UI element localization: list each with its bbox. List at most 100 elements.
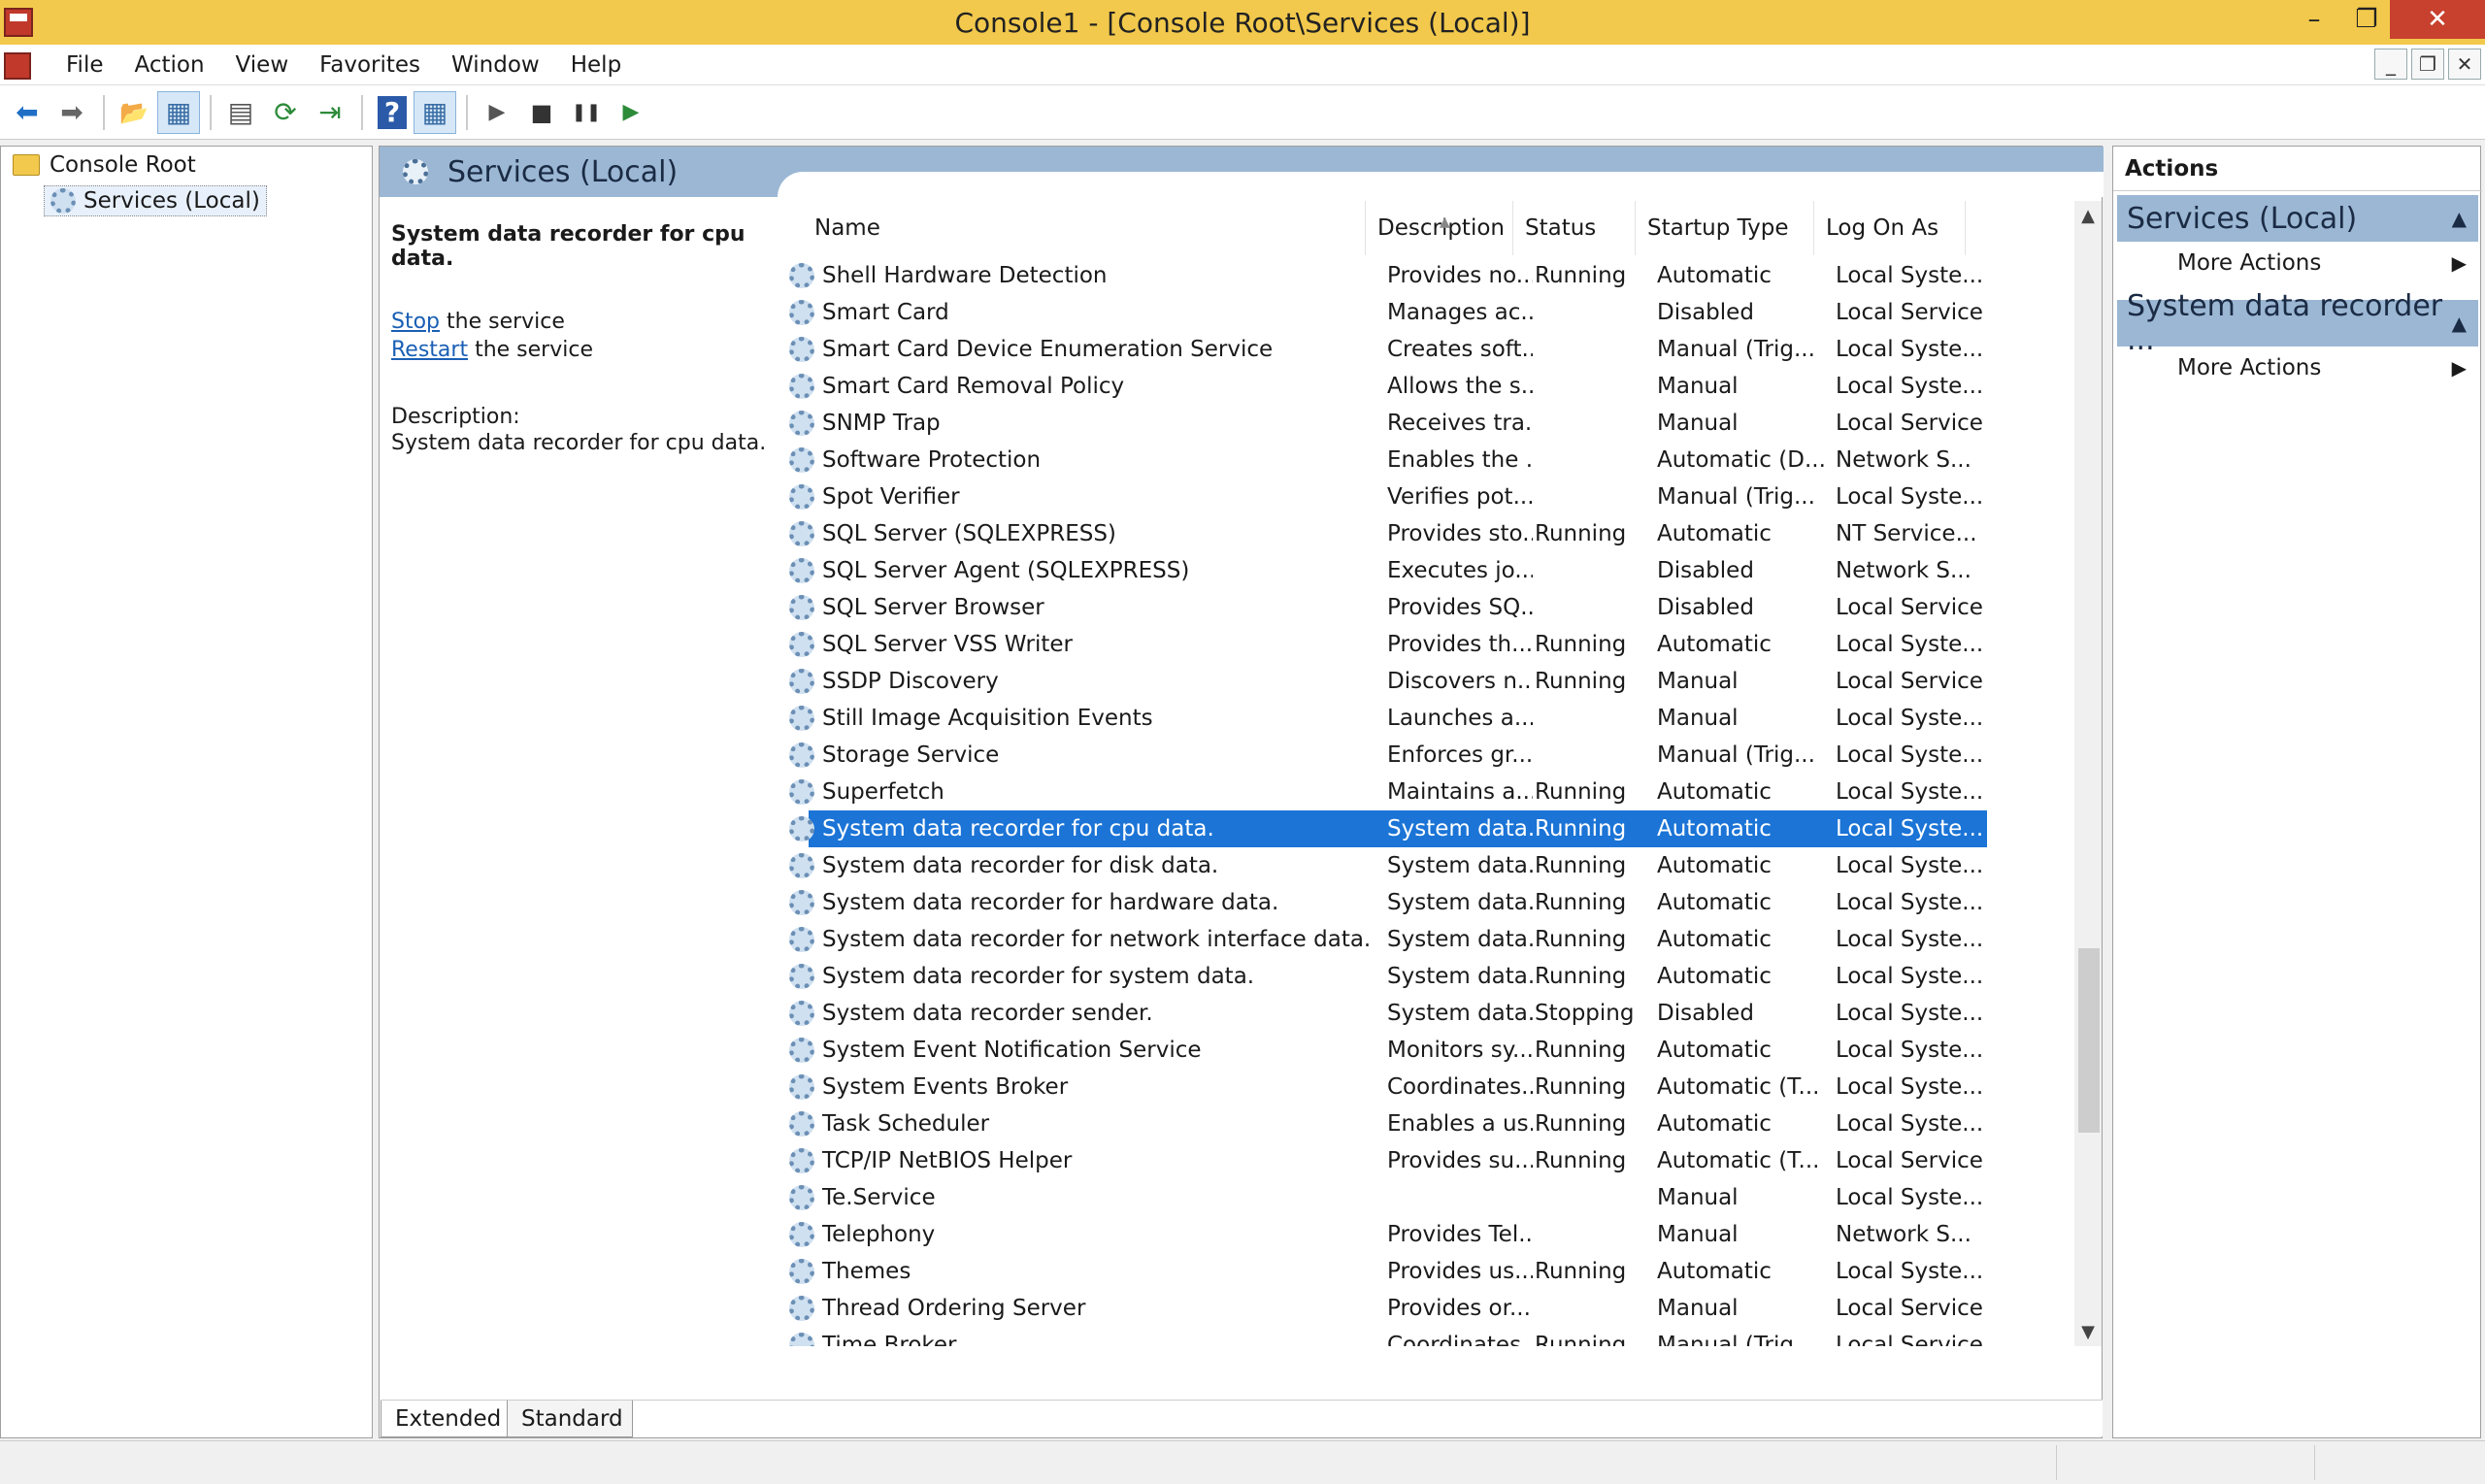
cell-description: Provides Tel... (1387, 1222, 1533, 1247)
table-row[interactable]: SSDP Discovery Discovers n... Running Manua… (787, 663, 1983, 700)
table-row[interactable]: Storage Service Enforces gr... Manual (Tri… (787, 737, 1983, 774)
properties-icon[interactable]: ▤ (219, 91, 262, 134)
tab-standard[interactable]: Standard (507, 1401, 633, 1437)
cell-startup-type: Manual (Trig... (1657, 484, 1815, 510)
column-header-name[interactable]: Name (787, 201, 1366, 255)
vertical-scrollbar[interactable]: ▲ ▼ (2074, 201, 2102, 1346)
tree-item-services-local[interactable]: Services (Local) (44, 185, 267, 216)
table-row[interactable]: Spot Verifier Verifies pot... Manual (Trig… (787, 478, 1983, 515)
show-tree-icon[interactable]: ▦ (157, 90, 200, 134)
table-row[interactable]: System data recorder for network interfa… (787, 921, 1983, 958)
table-row[interactable]: Thread Ordering Server Provides or... Manu… (787, 1290, 1983, 1327)
up-folder-icon[interactable]: 📂 (113, 91, 155, 134)
menu-view[interactable]: View (220, 52, 305, 78)
cell-log-on-as: NT Service... (1836, 521, 1977, 546)
scroll-up-icon[interactable]: ▲ (2074, 201, 2102, 230)
back-icon[interactable]: ⬅ (6, 91, 49, 134)
forward-icon[interactable]: ➡ (50, 91, 93, 134)
table-row[interactable]: SQL Server (SQLEXPRESS) Provides sto... Ru… (787, 515, 1977, 552)
gear-icon (789, 1296, 814, 1321)
cell-description: Provides no... (1387, 263, 1533, 288)
cell-status: Running (1535, 964, 1627, 989)
column-header-log-on-as[interactable]: Log On As (1814, 201, 1966, 255)
gear-icon (789, 632, 814, 657)
cell-description: Provides us... (1387, 1259, 1533, 1284)
scroll-thumb[interactable] (2078, 948, 2100, 1133)
collapse-icon[interactable]: ▲ (2452, 207, 2467, 230)
pause-service-icon[interactable]: ❚❚ (565, 91, 608, 134)
mdi-minimize-button[interactable]: _ (2374, 49, 2407, 80)
table-row[interactable]: System data recorder for cpu data. System… (789, 810, 1987, 847)
resume-service-icon[interactable]: ▶ (610, 91, 652, 134)
gear-icon (789, 558, 814, 583)
menu-help[interactable]: Help (555, 52, 637, 78)
more-actions-item[interactable]: More Actions ▶ (2177, 348, 2478, 387)
menu-favorites[interactable]: Favorites (304, 52, 436, 78)
table-row[interactable]: Telephony Provides Tel... Manual Network S.… (787, 1216, 1971, 1253)
start-service-icon[interactable]: ▶ (476, 91, 518, 134)
table-row[interactable]: SNMP Trap Receives tra... Manual Local Serv… (787, 405, 1983, 442)
more-actions-item[interactable]: More Actions ▶ (2177, 244, 2478, 282)
table-row[interactable]: Shell Hardware Detection Provides no... Ru… (787, 257, 1983, 294)
cell-status: Running (1535, 1111, 1627, 1137)
cell-log-on-as: Local Syste... (1836, 890, 1984, 915)
maximize-button[interactable]: ❐ (2337, 0, 2396, 39)
table-row[interactable]: SQL Server VSS Writer Provides th... Runni… (787, 626, 1983, 663)
app-icon[interactable] (4, 8, 33, 37)
table-row[interactable]: Smart Card Manages ac... Disabled Local Ser… (787, 294, 1983, 331)
table-row[interactable]: Superfetch Maintains a... Running Automatic… (787, 774, 1983, 810)
stop-service-link[interactable]: Stop (391, 310, 440, 334)
table-row[interactable]: SQL Server Agent (SQLEXPRESS) Executes jo… (787, 552, 1971, 589)
table-row[interactable]: Still Image Acquisition Events Launches a… (787, 700, 1983, 737)
mdi-restore-button[interactable]: ❐ (2411, 49, 2444, 80)
table-row[interactable]: Time Broker Coordinates... Running Manual (… (787, 1327, 1983, 1346)
scroll-down-icon[interactable]: ▼ (2074, 1317, 2102, 1346)
export-list-icon[interactable]: ⇥ (309, 91, 351, 134)
cell-name: SQL Server Agent (SQLEXPRESS) (822, 558, 1190, 583)
table-row[interactable]: Smart Card Device Enumeration Service Cre… (787, 331, 1983, 368)
table-row[interactable]: System data recorder for hardware data. S… (787, 884, 1983, 921)
cell-name: System data recorder for network interfa… (822, 927, 1372, 952)
table-row[interactable]: System data recorder for disk data. Syste… (787, 847, 1983, 884)
mdi-close-button[interactable]: ✕ (2448, 49, 2481, 80)
actions-group-services-local[interactable]: Services (Local) ▲ (2117, 195, 2478, 242)
table-row[interactable]: SQL Server Browser Provides SQ... Disabled… (787, 589, 1983, 626)
cell-startup-type: Automatic (1657, 816, 1772, 841)
table-row[interactable]: Task Scheduler Enables a us...Running Auto… (787, 1105, 1983, 1142)
table-row[interactable]: Smart Card Removal Policy Allows the s...… (787, 368, 1983, 405)
show-action-pane-icon[interactable]: ▦ (414, 90, 456, 134)
help-icon[interactable]: ? (378, 95, 407, 129)
table-row[interactable]: System Event Notification Service Monitor… (787, 1032, 1983, 1069)
table-row[interactable]: System data recorder sender. System data.… (787, 995, 1983, 1032)
table-row[interactable]: System Events Broker Coordinates... Runnin… (787, 1069, 1983, 1105)
table-row[interactable]: TCP/IP NetBIOS Helper Provides su... Runni… (787, 1142, 1983, 1179)
tab-extended[interactable]: Extended (381, 1401, 509, 1437)
menu-window[interactable]: Window (436, 52, 555, 78)
cell-description: Enables the ... (1387, 447, 1533, 473)
menu-action[interactable]: Action (119, 52, 220, 78)
cell-description: System data... (1387, 1001, 1533, 1026)
cell-startup-type: Automatic (D... (1657, 447, 1826, 473)
column-header-status[interactable]: Status (1513, 201, 1636, 255)
gear-icon (789, 337, 814, 362)
table-row[interactable]: Te.Service Manual Local Syste... (787, 1179, 1983, 1216)
menu-file[interactable]: File (50, 52, 119, 78)
gear-icon (789, 595, 814, 620)
table-row[interactable]: Themes Provides us... Running Automatic Loca… (787, 1253, 1983, 1290)
table-row[interactable]: System data recorder for system data. Sys… (787, 958, 1983, 995)
tree-item-console-root[interactable]: Console Root (13, 152, 196, 178)
cell-status (1535, 589, 1655, 626)
cell-name: Storage Service (822, 742, 1000, 768)
gear-icon (789, 706, 814, 731)
table-row[interactable]: Software Protection Enables the ... Automa… (787, 442, 1971, 478)
collapse-icon[interactable]: ▲ (2452, 312, 2467, 335)
stop-service-icon[interactable]: ■ (520, 91, 563, 134)
refresh-icon[interactable]: ⟳ (264, 91, 307, 134)
restart-service-link[interactable]: Restart (391, 338, 468, 362)
close-button[interactable]: ✕ (2390, 0, 2485, 39)
minimize-button[interactable]: – (2285, 0, 2343, 39)
cell-startup-type: Manual (1657, 706, 1739, 731)
actions-group-selected-service[interactable]: System data recorder ... ▲ (2117, 289, 2478, 357)
column-header-startup-type[interactable]: Startup Type (1636, 201, 1814, 255)
document-icon[interactable] (4, 52, 31, 80)
